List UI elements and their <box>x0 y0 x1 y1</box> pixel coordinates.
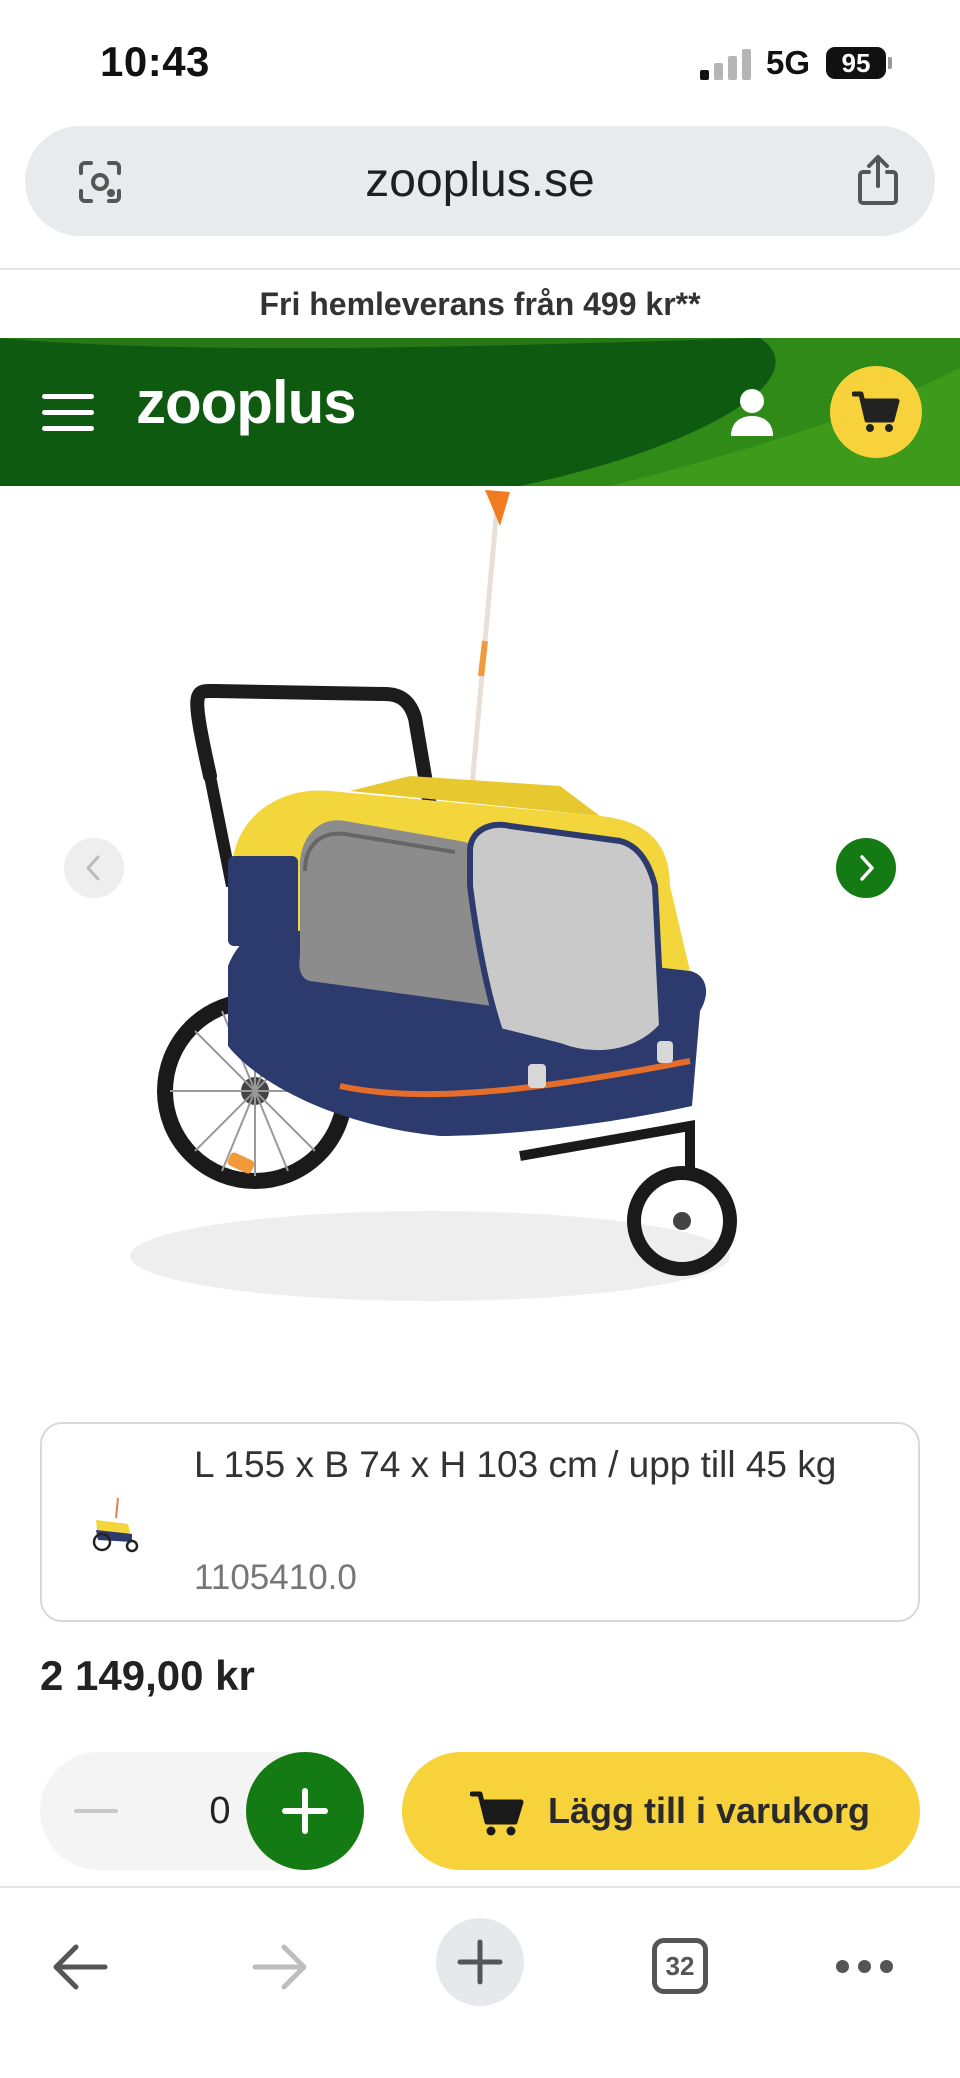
more-options-icon[interactable] <box>836 1960 894 1974</box>
url-text[interactable]: zooplus.se <box>25 126 935 236</box>
status-time: 10:43 <box>100 38 210 85</box>
add-to-cart-button[interactable]: Lägg till i varukorg <box>402 1752 920 1870</box>
product-price: 2 149,00 kr <box>40 1652 255 1699</box>
variant-selector[interactable]: L 155 x B 74 x H 103 cm / upp till 45 kg… <box>40 1422 920 1622</box>
quantity-increase-button[interactable] <box>246 1752 364 1870</box>
address-bar[interactable]: zooplus.se <box>25 126 935 236</box>
quantity-value[interactable]: 0 <box>190 1752 250 1870</box>
variant-description: L 155 x B 74 x H 103 cm / upp till 45 kg <box>194 1444 837 1485</box>
cart-icon <box>852 391 900 432</box>
plus-icon <box>457 1939 503 1985</box>
forward-arrow-icon[interactable] <box>250 1942 310 1992</box>
tab-switcher-button[interactable]: 32 <box>652 1938 708 1994</box>
signal-icon <box>700 48 752 80</box>
plus-icon-vertical <box>302 1788 308 1834</box>
chevron-right-icon <box>860 855 874 881</box>
status-bar: 10:43 5G 95 <box>0 0 960 120</box>
zooplus-logo[interactable]: zooplus <box>136 368 357 437</box>
menu-icon[interactable] <box>42 390 94 434</box>
user-icon[interactable] <box>726 386 778 438</box>
back-arrow-icon[interactable] <box>50 1942 110 1992</box>
carousel-prev-button[interactable] <box>64 838 124 898</box>
add-to-cart-label: Lägg till i varukorg <box>548 1790 871 1831</box>
cart-icon <box>470 1791 524 1836</box>
lens-icon[interactable] <box>77 159 123 205</box>
header-cart-button[interactable] <box>830 366 922 458</box>
network-type: 5G <box>766 44 811 81</box>
variant-code: 1105410.0 <box>194 1558 357 1597</box>
carousel-next-button[interactable] <box>836 838 896 898</box>
share-icon[interactable] <box>855 154 901 206</box>
battery-icon: 95 <box>826 47 886 79</box>
new-tab-button[interactable] <box>436 1918 524 2006</box>
product-image[interactable] <box>0 486 960 1386</box>
chevron-left-icon <box>86 855 100 881</box>
site-header: zooplus <box>0 338 960 486</box>
variant-thumbnail <box>92 1497 139 1553</box>
battery-tip <box>888 57 892 69</box>
browser-toolbar: 32 <box>0 1886 960 2078</box>
promo-banner[interactable]: Fri hemleverans från 499 kr** <box>0 270 960 338</box>
quantity-stepper: 0 <box>40 1752 364 1870</box>
quantity-decrease-button[interactable] <box>74 1809 118 1813</box>
